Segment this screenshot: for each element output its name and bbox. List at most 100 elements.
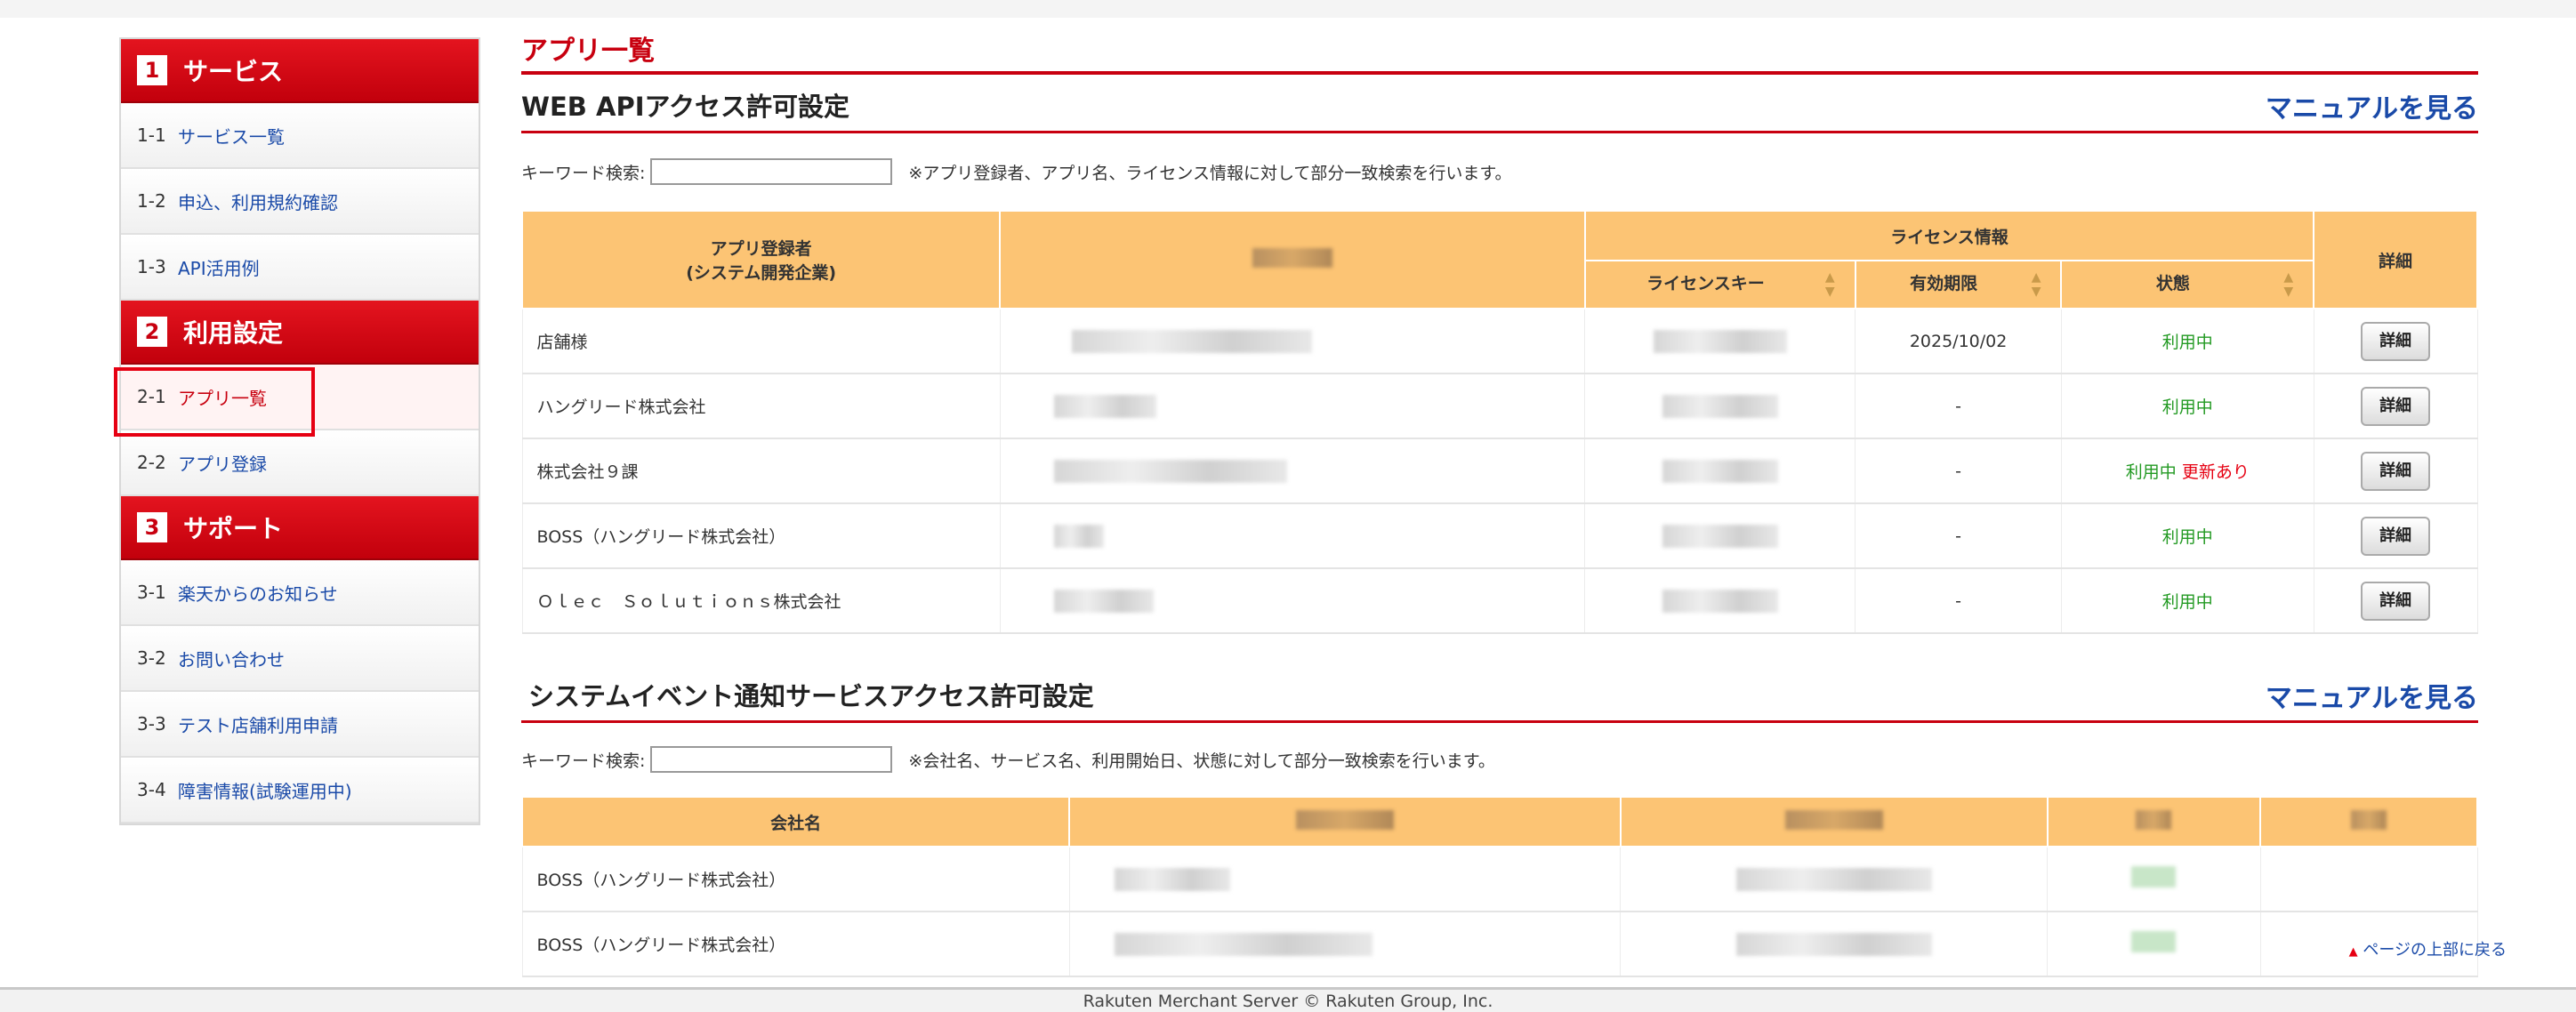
expiry-cell: -	[1855, 567, 2062, 634]
section-number: 3	[137, 512, 167, 542]
table-row: ハングリード株式会社 - 利用中 詳細	[521, 373, 2478, 439]
col-license-key[interactable]: ライセンスキー ▲ ▼	[1583, 260, 1856, 309]
item-number: 1-2	[137, 190, 166, 212]
sidebar-item-service-list[interactable]: 1-1 サービス一覧	[121, 103, 479, 169]
expiry-cell: -	[1855, 373, 2062, 439]
license-key-cell	[1584, 567, 1856, 634]
update-badge: 更新あり	[2181, 462, 2250, 482]
license-key-cell	[1584, 438, 1856, 504]
detail-button[interactable]: 詳細	[2361, 451, 2431, 491]
license-key-cell	[1584, 308, 1856, 374]
item-number: 3-1	[137, 582, 166, 603]
redacted-cell	[2259, 846, 2478, 912]
sort-icon[interactable]: ▲ ▼	[2032, 270, 2041, 299]
item-number: 3-2	[137, 647, 166, 669]
col-registrant: アプリ登録者 (システム開発企業)	[520, 210, 1002, 309]
col-detail: 詳細	[2313, 210, 2478, 309]
app-name-cell	[999, 438, 1586, 504]
detail-button[interactable]: 詳細	[2361, 516, 2431, 556]
col-expiry[interactable]: 有効期限 ▲ ▼	[1854, 260, 2063, 309]
footer: Rakuten Merchant Server © Rakuten Group,…	[0, 987, 2576, 1012]
sidebar-item-news[interactable]: 3-1 楽天からのお知らせ	[121, 560, 479, 626]
sort-icon[interactable]: ▲ ▼	[2283, 270, 2293, 299]
redacted-text	[1114, 932, 1373, 956]
search-note: ※アプリ登録者、アプリ名、ライセンス情報に対して部分一致検索を行います。	[908, 163, 1512, 183]
sidebar-item-app-register[interactable]: 2-2 アプリ登録	[121, 430, 479, 496]
sidebar-item-label[interactable]: 障害情報(試験運用中)	[178, 777, 352, 803]
sidebar-item-contact[interactable]: 3-2 お問い合わせ	[121, 626, 479, 692]
sort-icon[interactable]: ▲ ▼	[1825, 270, 1835, 299]
sidebar-item-label[interactable]: API活用例	[178, 254, 260, 280]
detail-cell: 詳細	[2313, 567, 2478, 634]
company-cell: BOSS（ハングリード株式会社）	[521, 911, 1070, 977]
triangle-up-icon: ▲	[2348, 945, 2358, 959]
col-status[interactable]: 状態 ▲ ▼	[2060, 260, 2315, 309]
item-number: 1-1	[137, 124, 166, 146]
status-cell: 利用中	[2060, 502, 2314, 569]
sidebar-item-incidents[interactable]: 3-4 障害情報(試験運用中)	[121, 758, 479, 823]
manual-link[interactable]: マニュアルを見る	[2266, 86, 2478, 131]
expiry-cell: -	[1855, 438, 2062, 504]
redacted-cell	[2047, 911, 2261, 977]
col-redacted-2	[1619, 796, 2049, 847]
keyword-search-input[interactable]	[650, 158, 893, 185]
sidebar-item-label[interactable]: サービス一覧	[178, 123, 285, 149]
sidebar-item-terms[interactable]: 1-2 申込、利用規約確認	[121, 169, 479, 235]
registrant-cell: BOSS（ハングリード株式会社）	[521, 502, 1001, 569]
redacted-status	[2131, 931, 2177, 952]
detail-button[interactable]: 詳細	[2361, 321, 2431, 361]
col-license-key-label: ライセンスキー	[1646, 274, 1765, 293]
sidebar-item-label[interactable]: アプリ登録	[178, 450, 267, 476]
status-badge: 利用中	[2161, 592, 2213, 612]
sidebar-item-label[interactable]: テスト店舗利用申請	[178, 711, 338, 737]
registrant-cell: 株式会社９課	[521, 438, 1001, 504]
sidebar-item-api-examples[interactable]: 1-3 API活用例	[121, 235, 479, 301]
detail-cell: 詳細	[2313, 438, 2478, 504]
sidebar-section-settings: 2 利用設定	[121, 301, 479, 365]
section-title: システムイベント通知サービスアクセス許可設定	[528, 681, 1094, 711]
sysevent-table: 会社名 BOSS（ハングリード株式会社） BOSS（ハングリード株式会社）	[520, 796, 2478, 977]
redacted-text	[1662, 524, 1778, 548]
app-name-cell	[999, 502, 1586, 569]
sysevent-section-header: システムイベント通知サービスアクセス許可設定 マニュアルを見る	[521, 670, 2478, 723]
app-name-cell	[999, 308, 1586, 374]
status-badge: 利用中	[2125, 462, 2177, 482]
redacted-cell	[2047, 846, 2261, 912]
license-key-cell	[1584, 502, 1856, 569]
search-note: ※会社名、サービス名、利用開始日、状態に対して部分一致検索を行います。	[908, 751, 1495, 771]
redacted-text	[1053, 524, 1104, 548]
detail-button[interactable]: 詳細	[2361, 581, 2431, 621]
col-app-name	[999, 210, 1586, 309]
col-redacted-4	[2259, 796, 2478, 847]
table-row: BOSS（ハングリード株式会社）	[521, 846, 2478, 912]
manual-link[interactable]: マニュアルを見る	[2266, 676, 2478, 720]
page-title: アプリ一覧	[521, 32, 2478, 75]
search-label: キーワード検索:	[521, 751, 646, 771]
col-company: 会社名	[520, 796, 1071, 847]
sidebar-item-label[interactable]: 楽天からのお知らせ	[178, 580, 338, 606]
redacted-text	[1735, 867, 1932, 891]
sidebar-item-label[interactable]: お問い合わせ	[178, 646, 285, 671]
back-to-top-link[interactable]: ▲ ページの上部に戻る	[2349, 937, 2507, 960]
redacted-header	[2136, 809, 2172, 830]
table-row: 株式会社９課 - 利用中 更新あり 詳細	[521, 438, 2478, 504]
redacted-text	[1053, 459, 1287, 483]
expiry-cell: 2025/10/02	[1855, 308, 2062, 374]
section-title: 利用設定	[183, 318, 284, 348]
company-cell: BOSS（ハングリード株式会社）	[521, 846, 1070, 912]
col-registrant-line1: アプリ登録者	[710, 239, 812, 259]
keyword-search-input[interactable]	[650, 746, 893, 773]
detail-button[interactable]: 詳細	[2361, 386, 2431, 426]
redacted-cell	[1068, 911, 1622, 977]
sidebar-item-label[interactable]: 申込、利用規約確認	[178, 189, 338, 214]
item-number: 3-3	[137, 713, 166, 735]
item-number: 2-2	[137, 452, 166, 473]
registrant-cell: Ｏｌｅｃ Ｓｏｌｕｔｉｏｎｓ株式会社	[521, 567, 1001, 634]
sidebar-item-test-shop[interactable]: 3-3 テスト店舗利用申請	[121, 692, 479, 758]
col-license-group: ライセンス情報	[1583, 210, 2315, 261]
redacted-text	[1662, 394, 1778, 418]
status-cell: 利用中	[2060, 373, 2314, 439]
col-expiry-label: 有効期限	[1910, 274, 1978, 293]
active-item-highlight	[114, 367, 315, 437]
expiry-cell: -	[1855, 502, 2062, 569]
